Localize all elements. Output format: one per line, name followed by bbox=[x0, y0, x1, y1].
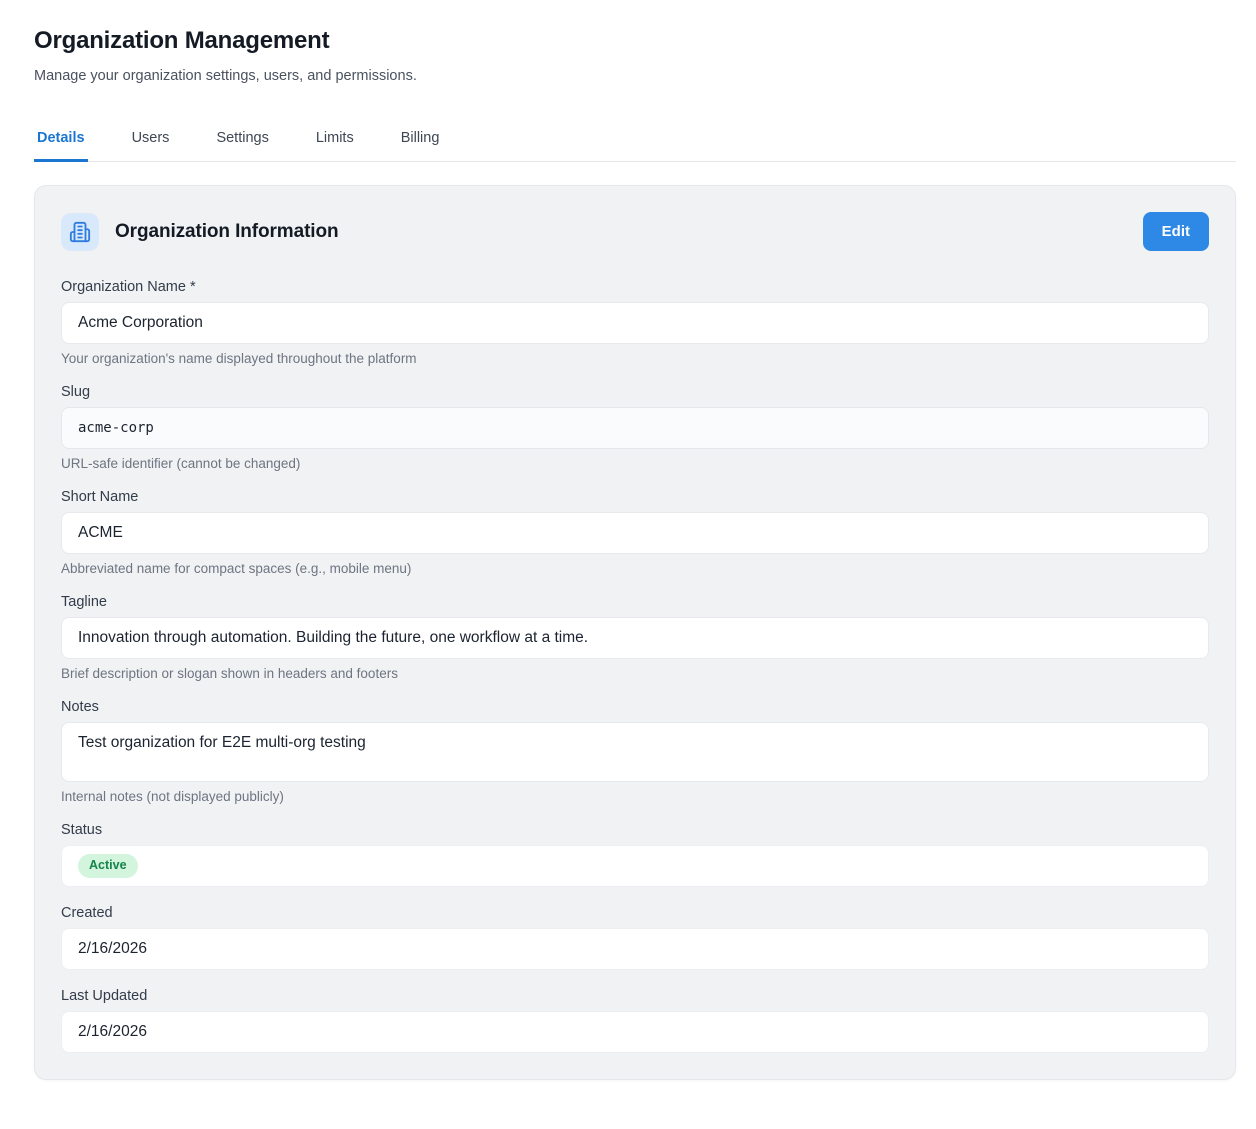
page-subtitle: Manage your organization settings, users… bbox=[34, 68, 1236, 84]
field-short-name: Short Name ACME Abbreviated name for com… bbox=[61, 489, 1209, 576]
last-updated-label: Last Updated bbox=[61, 988, 1209, 1004]
notes-helper: Internal notes (not displayed publicly) bbox=[61, 789, 1209, 804]
field-created: Created 2/16/2026 bbox=[61, 905, 1209, 970]
slug-helper: URL-safe identifier (cannot be changed) bbox=[61, 456, 1209, 471]
slug-label: Slug bbox=[61, 384, 1209, 400]
tab-users[interactable]: Users bbox=[129, 130, 173, 162]
tab-billing[interactable]: Billing bbox=[398, 130, 443, 162]
card-header: Organization Information Edit bbox=[61, 212, 1209, 251]
organization-name-input[interactable]: Acme Corporation bbox=[61, 302, 1209, 344]
field-last-updated: Last Updated 2/16/2026 bbox=[61, 988, 1209, 1053]
created-value: 2/16/2026 bbox=[61, 928, 1209, 970]
status-label: Status bbox=[61, 822, 1209, 838]
organization-name-label: Organization Name * bbox=[61, 279, 1209, 295]
created-label: Created bbox=[61, 905, 1209, 921]
tagline-label: Tagline bbox=[61, 594, 1209, 610]
last-updated-value: 2/16/2026 bbox=[61, 1011, 1209, 1053]
notes-label: Notes bbox=[61, 699, 1209, 715]
status-badge: Active bbox=[78, 854, 138, 878]
tab-bar: Details Users Settings Limits Billing bbox=[34, 130, 1236, 162]
page-title: Organization Management bbox=[34, 27, 1236, 55]
tagline-helper: Brief description or slogan shown in hea… bbox=[61, 666, 1209, 681]
notes-textarea[interactable]: Test organization for E2E multi-org test… bbox=[61, 722, 1209, 782]
building-icon bbox=[61, 213, 99, 251]
tab-settings[interactable]: Settings bbox=[213, 130, 271, 162]
card-title: Organization Information bbox=[115, 221, 339, 243]
slug-input: acme-corp bbox=[61, 407, 1209, 449]
field-status: Status Active bbox=[61, 822, 1209, 887]
short-name-label: Short Name bbox=[61, 489, 1209, 505]
tagline-input[interactable]: Innovation through automation. Building … bbox=[61, 617, 1209, 659]
edit-button[interactable]: Edit bbox=[1143, 212, 1209, 251]
short-name-helper: Abbreviated name for compact spaces (e.g… bbox=[61, 561, 1209, 576]
organization-name-helper: Your organization's name displayed throu… bbox=[61, 351, 1209, 366]
field-slug: Slug acme-corp URL-safe identifier (cann… bbox=[61, 384, 1209, 471]
tab-details[interactable]: Details bbox=[34, 130, 88, 162]
tab-limits[interactable]: Limits bbox=[313, 130, 357, 162]
field-organization-name: Organization Name * Acme Corporation You… bbox=[61, 279, 1209, 366]
short-name-input[interactable]: ACME bbox=[61, 512, 1209, 554]
field-notes: Notes Test organization for E2E multi-or… bbox=[61, 699, 1209, 804]
field-tagline: Tagline Innovation through automation. B… bbox=[61, 594, 1209, 681]
status-box: Active bbox=[61, 845, 1209, 887]
organization-management-page: Organization Management Manage your orga… bbox=[0, 0, 1256, 1096]
organization-information-card: Organization Information Edit Organizati… bbox=[34, 185, 1236, 1080]
